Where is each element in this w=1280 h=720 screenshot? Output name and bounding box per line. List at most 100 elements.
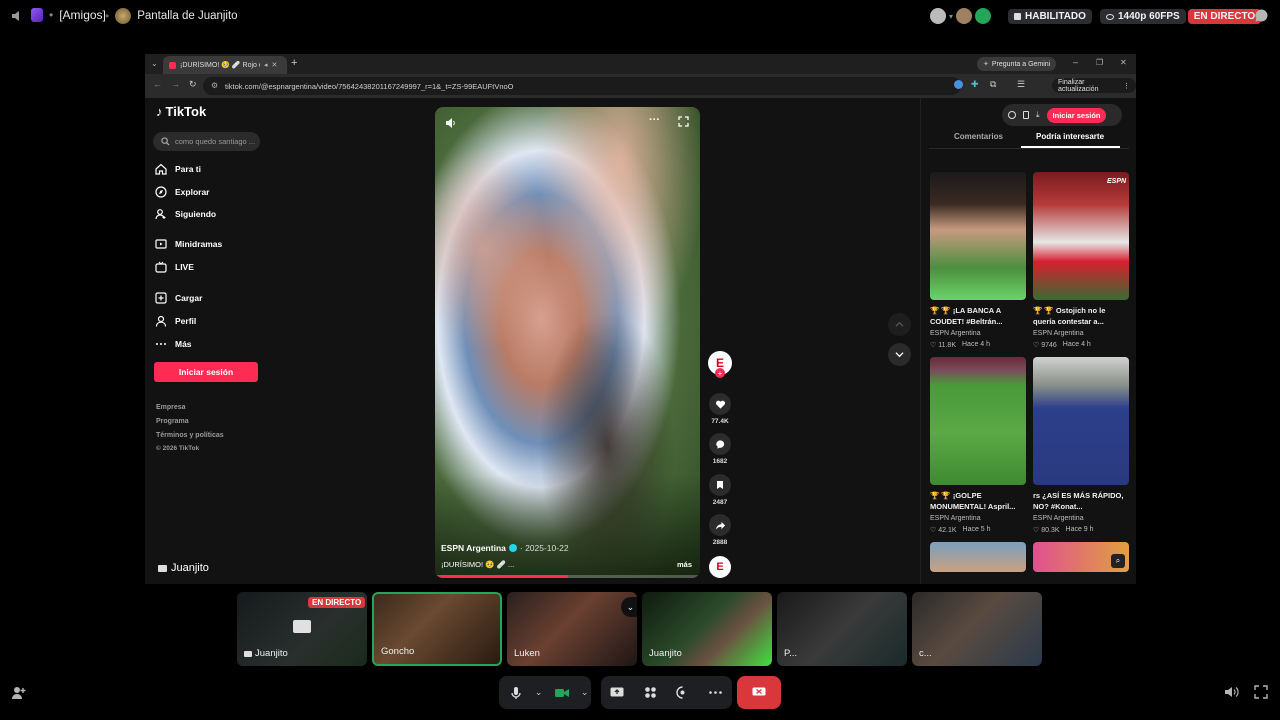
nav-perfil[interactable]: Perfil (155, 315, 196, 327)
reload-icon[interactable]: ↻ (189, 79, 197, 90)
camera-icon[interactable] (548, 679, 576, 707)
site-info-icon[interactable]: ⚙ (211, 81, 218, 90)
rec-caption[interactable]: 🏆 🏆 ¡GOLPE MONUMENTAL! Aspril... (930, 490, 1022, 512)
nav-explorar[interactable]: Explorar (155, 186, 210, 198)
more-options-icon[interactable] (702, 679, 730, 707)
quality-badge: 1440p 60FPS (1100, 9, 1186, 24)
download-icon[interactable]: ⤓ (1036, 110, 1040, 120)
share-button[interactable]: 2888 (707, 514, 733, 546)
video-progress-track[interactable] (435, 575, 700, 578)
participant-tile[interactable]: Luken ⌄ 👥 (507, 592, 637, 666)
video-more-link[interactable]: más (677, 560, 692, 569)
device-icon[interactable] (1023, 111, 1029, 119)
participant-tile[interactable]: EN DIRECTO Juanjito (237, 592, 367, 666)
login-button[interactable]: Iniciar sesión (154, 362, 258, 382)
rec-thumbnail[interactable] (1033, 172, 1129, 300)
tab-tiktok[interactable]: ¡DURÍSIMO! 🥺 🩹 Rojo ch ◂ ✕ (163, 56, 287, 74)
video-more-icon[interactable]: ··· (649, 114, 660, 126)
mic-options-chevron-icon[interactable]: ⌄ (535, 687, 543, 698)
comment-button[interactable]: 1682 (707, 433, 733, 465)
back-icon[interactable]: ← (153, 79, 162, 89)
leave-call-button[interactable] (737, 676, 781, 709)
channel-avatar[interactable]: E + (708, 351, 732, 378)
tab-podria-interesarte[interactable]: Podría interesarte (1036, 132, 1104, 141)
rec-caption[interactable]: 🏆 🏆 Ostojich no le quería contestar a... (1033, 305, 1125, 327)
live-tv-icon (155, 261, 167, 273)
footer-terminos[interactable]: Términos y políticas (156, 432, 224, 439)
rec-thumbnail[interactable] (1033, 357, 1129, 485)
rec-author[interactable]: ESPN Argentina (930, 330, 981, 337)
extensions-puzzle-icon[interactable]: ⧉ (990, 79, 996, 90)
rec-author[interactable]: ESPN Argentina (930, 515, 981, 522)
activity-icon[interactable] (975, 8, 992, 24)
forward-icon[interactable]: → (171, 79, 180, 89)
nav-mas[interactable]: Más (155, 338, 192, 350)
camera-options-chevron-icon[interactable]: ⌄ (581, 687, 589, 698)
profile-icon[interactable]: ☰ (1017, 79, 1025, 90)
clock-icon[interactable] (1008, 111, 1016, 119)
viewer-avatar[interactable] (930, 8, 946, 24)
rec-caption[interactable]: rs ¿ASÍ ES MÁS RÁPIDO, NO? #Konat... (1033, 490, 1125, 512)
nav-live[interactable]: LIVE (155, 261, 194, 273)
activities-icon[interactable] (636, 679, 664, 707)
like-button[interactable]: 77.4K (707, 393, 733, 425)
nav-minidramas[interactable]: Minidramas (155, 238, 222, 250)
volume-icon[interactable] (10, 9, 24, 23)
participant-tile[interactable]: P... (777, 592, 907, 666)
search-input[interactable]: como quedo santiago ... (153, 132, 260, 151)
minimize-icon[interactable]: – (1073, 57, 1078, 67)
nav-cargar[interactable]: Cargar (155, 292, 202, 304)
rec-author[interactable]: ESPN Argentina (1033, 330, 1084, 337)
fullscreen-icon[interactable] (1254, 685, 1268, 699)
rec-caption[interactable]: 🏆 🏆 ¡LA BANCA A COUDET! #Beltrán... (930, 305, 1022, 327)
invite-icon[interactable] (11, 685, 26, 700)
video-author[interactable]: ESPN Argentina (441, 543, 506, 553)
save-button[interactable]: 2487 (707, 474, 733, 506)
new-tab-icon[interactable]: + (291, 57, 297, 69)
chat-icon[interactable] (1254, 8, 1269, 23)
tab-audio-icon[interactable]: ◂ (264, 61, 268, 69)
nav-siguiendo[interactable]: Siguiendo (155, 208, 216, 220)
window-close-icon[interactable]: ✕ (1120, 58, 1127, 67)
tab-close-icon[interactable]: ✕ (272, 61, 278, 69)
mute-icon[interactable] (445, 117, 457, 129)
tab-search-icon[interactable]: ⌄ (151, 59, 158, 68)
tab-comentarios[interactable]: Comentarios (954, 132, 1003, 141)
rec-author[interactable]: ESPN Argentina (1033, 515, 1084, 522)
footer-programa[interactable]: Programa (156, 418, 189, 425)
soundboard-icon[interactable] (669, 679, 697, 707)
screen-share-icon[interactable] (603, 679, 631, 707)
tiktok-logo[interactable]: ♪ TikTok (156, 104, 206, 119)
footer-empresa[interactable]: Empresa (156, 404, 186, 411)
zoom-icon[interactable]: ⌕ (1111, 554, 1125, 568)
next-video-button[interactable] (888, 343, 911, 366)
participant-tile[interactable]: Juanjito (642, 592, 772, 666)
mic-icon[interactable] (502, 679, 530, 707)
finish-update-button[interactable]: Finalizar actualización ⋮ (1052, 78, 1136, 93)
gemini-button[interactable]: ✦ Pregunta a Gemini (977, 57, 1057, 71)
viewer-avatar[interactable] (956, 8, 973, 24)
stream-volume-icon[interactable] (1224, 685, 1239, 699)
participant-tile[interactable]: Goncho (372, 592, 502, 666)
music-disc[interactable]: E (709, 556, 731, 578)
bookmark-icon (717, 481, 723, 489)
restore-icon[interactable]: ❐ (1096, 58, 1103, 67)
extension-icon[interactable] (954, 80, 963, 89)
video-player[interactable]: ··· ESPN Argentina · 2025-10-22 ¡DURÍSIM… (435, 107, 700, 578)
menu-icon[interactable]: ⋮ (1123, 82, 1130, 90)
prev-video-button[interactable] (888, 313, 911, 336)
rec-thumbnail[interactable] (930, 172, 1026, 300)
participant-tile[interactable]: c... (912, 592, 1042, 666)
fullscreen-icon[interactable] (678, 116, 689, 127)
extension-icon[interactable]: ✚ (971, 79, 979, 90)
rec-time: Hace 9 h (1065, 526, 1094, 533)
server-label[interactable]: [Amigos] (59, 8, 106, 22)
collapse-tiles-button[interactable]: ⌄ 👥 (621, 597, 637, 617)
rec-thumbnail[interactable] (930, 357, 1026, 485)
url-field[interactable]: ⚙ tiktok.com/@espnargentina/video/756424… (203, 77, 961, 95)
nav-para-ti[interactable]: Para ti (155, 163, 201, 175)
rec-thumbnail[interactable] (930, 542, 1026, 572)
follow-plus-icon[interactable]: + (715, 368, 725, 378)
stream-top-bar: • [Amigos] • Pantalla de Juanjito ▾ HABI… (0, 0, 1280, 32)
right-login-button[interactable]: Iniciar sesión (1046, 107, 1107, 123)
